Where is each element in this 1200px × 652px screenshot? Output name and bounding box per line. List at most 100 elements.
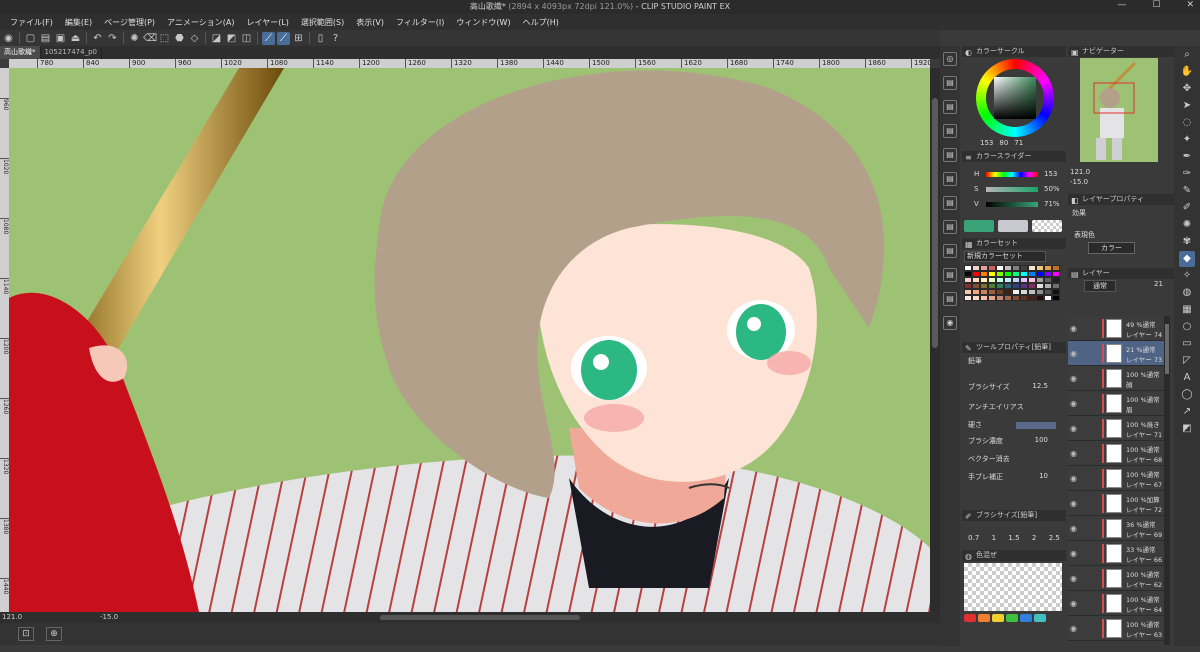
decoration-tool-icon[interactable]: ✾ xyxy=(1179,234,1195,250)
new-file-icon[interactable]: ▢ xyxy=(24,32,37,45)
visibility-eye-icon[interactable]: ◉ xyxy=(1070,449,1077,458)
layer-row[interactable]: ◉ 36 %通常 レイヤー 69 xyxy=(1068,516,1164,541)
hue-slider[interactable]: H 153 xyxy=(966,169,1066,179)
brush-tool-icon[interactable]: ✐ xyxy=(1179,200,1195,216)
visibility-eye-icon[interactable]: ◉ xyxy=(1070,399,1077,408)
undo-icon[interactable]: ↶ xyxy=(91,32,104,45)
palette-swatch[interactable] xyxy=(988,295,996,301)
menu-edit[interactable]: 編集(E) xyxy=(59,17,98,28)
layer-row[interactable]: ◉ 100 %焼き レイヤー 71 xyxy=(1068,416,1164,441)
brush-size-preset[interactable]: 1 xyxy=(992,534,996,542)
layer-row[interactable]: ◉ 100 %加算 レイヤー 72 xyxy=(1068,491,1164,516)
fill-icon[interactable]: ⬣ xyxy=(173,32,186,45)
selection-border-icon[interactable]: ◩ xyxy=(225,32,238,45)
layer-row[interactable]: ◉ 100 %通常眉 xyxy=(1068,391,1164,416)
mix-color-swatch[interactable] xyxy=(1006,614,1018,622)
color-wheel[interactable] xyxy=(976,59,1054,137)
fit-view-icon[interactable]: ⊡ xyxy=(18,627,34,641)
layer-row[interactable]: ◉ 33 %通常 レイヤー 66 xyxy=(1068,541,1164,566)
ruler-tool-icon[interactable]: ◸ xyxy=(1179,353,1195,369)
save-icon[interactable]: ▣ xyxy=(54,32,67,45)
angle-readout[interactable]: -15.0 xyxy=(100,613,118,621)
snap-special-ruler-icon[interactable]: ⟋ xyxy=(277,31,290,45)
brush-size-row[interactable]: ブラシサイズ 12.5 xyxy=(968,382,1062,393)
airbrush-tool-icon[interactable]: ✺ xyxy=(1179,217,1195,233)
hue-bar[interactable] xyxy=(986,172,1038,177)
horizontal-scrollbar[interactable] xyxy=(380,615,580,620)
scroll-thumb[interactable] xyxy=(932,98,938,348)
menu-animation[interactable]: アニメーション(A) xyxy=(161,17,240,28)
fill-tool-icon[interactable]: ◍ xyxy=(1179,285,1195,301)
density-value[interactable]: 100 xyxy=(1035,436,1048,444)
color-set-grid[interactable] xyxy=(964,265,1060,319)
material-icon[interactable]: ▤ xyxy=(943,124,957,138)
layer-row[interactable]: ◉ 100 %通常顔 xyxy=(1068,366,1164,391)
visibility-eye-icon[interactable]: ◉ xyxy=(1070,424,1077,433)
visibility-eye-icon[interactable]: ◉ xyxy=(1070,474,1077,483)
palette-swatch[interactable] xyxy=(972,295,980,301)
zoom-readout[interactable]: 121.0 xyxy=(2,613,22,621)
mix-color-swatch[interactable] xyxy=(964,614,976,622)
value-bar[interactable] xyxy=(986,202,1038,207)
lasso-tool-icon[interactable]: ◌ xyxy=(1179,115,1195,131)
material-icon[interactable]: ▤ xyxy=(943,148,957,162)
brush-size-preset[interactable]: 2.5 xyxy=(1049,534,1060,542)
close-icon[interactable]: ✕ xyxy=(1186,0,1194,14)
saturation-value-square[interactable] xyxy=(994,77,1036,119)
palette-swatch[interactable] xyxy=(1028,295,1036,301)
visibility-eye-icon[interactable]: ◉ xyxy=(1070,499,1077,508)
zoom-tool-icon[interactable]: ⌕ xyxy=(1179,47,1195,63)
navigator-thumbnail[interactable] xyxy=(1080,58,1158,162)
export-icon[interactable]: ⏏ xyxy=(69,32,82,45)
mix-color-swatch[interactable] xyxy=(992,614,1004,622)
text-tool-icon[interactable]: A xyxy=(1179,370,1195,386)
operation-tool-icon[interactable]: ➤ xyxy=(1179,98,1195,114)
redo-icon[interactable]: ↷ xyxy=(106,32,119,45)
invert-selection-icon[interactable]: ◪ xyxy=(210,32,223,45)
palette-swatch[interactable] xyxy=(1004,295,1012,301)
visibility-eye-icon[interactable]: ◉ xyxy=(1070,524,1077,533)
visibility-eye-icon[interactable]: ◉ xyxy=(1070,574,1077,583)
brush-size-preset[interactable]: 2 xyxy=(1032,534,1036,542)
palette-swatch[interactable] xyxy=(1036,295,1044,301)
menu-page[interactable]: ページ管理(P) xyxy=(98,17,161,28)
palette-swatch[interactable] xyxy=(980,295,988,301)
visibility-eye-icon[interactable]: ◉ xyxy=(1070,324,1077,333)
menu-filter[interactable]: フィルター(I) xyxy=(390,17,450,28)
loading-icon[interactable]: ✺ xyxy=(128,32,141,45)
material-icon[interactable]: ▤ xyxy=(943,172,957,186)
palette-swatch[interactable] xyxy=(1012,295,1020,301)
layer-row[interactable]: ◉ 100 %通常 レイヤー 63 xyxy=(1068,616,1164,641)
move-tool-icon[interactable]: ✥ xyxy=(1179,81,1195,97)
palette-swatch[interactable] xyxy=(996,295,1004,301)
navigator-zoom[interactable]: 121.0 xyxy=(1070,168,1090,176)
visibility-eye-icon[interactable]: ◉ xyxy=(1070,549,1077,558)
saturation-slider[interactable]: S 50% xyxy=(966,184,1066,194)
layer-scrollbar[interactable] xyxy=(1164,316,1170,645)
palette-swatch[interactable] xyxy=(1020,295,1028,301)
gradient-tool-icon[interactable]: ▦ xyxy=(1179,302,1195,318)
layer-row[interactable]: ◉ 21 %通常 レイヤー 73 xyxy=(1068,341,1164,366)
blend-tool-icon[interactable]: ✧ xyxy=(1179,268,1195,284)
mix-color-swatch[interactable] xyxy=(1020,614,1032,622)
smartphone-icon[interactable]: ▯ xyxy=(314,32,327,45)
menu-window[interactable]: ウィンドウ(W) xyxy=(450,17,516,28)
sub-color-swatch[interactable] xyxy=(998,220,1028,232)
snap-ruler-icon[interactable]: ⟋ xyxy=(262,31,275,45)
minimize-icon[interactable]: — xyxy=(1117,0,1126,14)
color-mix-canvas[interactable] xyxy=(964,563,1062,611)
material-icon[interactable]: ▤ xyxy=(943,244,957,258)
hand-tool-icon[interactable]: ✋ xyxy=(1179,64,1195,80)
maximize-icon[interactable]: ☐ xyxy=(1152,0,1160,14)
pencil-tool-icon[interactable]: ✎ xyxy=(1179,183,1195,199)
correct-line-tool-icon[interactable]: ↗ xyxy=(1179,404,1195,420)
material-icon[interactable]: ▤ xyxy=(943,220,957,234)
menu-selection[interactable]: 選択範囲(S) xyxy=(295,17,350,28)
palette-swatch[interactable] xyxy=(964,295,972,301)
vector-erase-row[interactable]: ベクター消去 xyxy=(968,454,1062,465)
antialias-row[interactable]: アンチエイリアス xyxy=(968,402,1062,413)
color-set-select[interactable]: 新規カラーセット xyxy=(964,251,1046,262)
layer-row[interactable]: ◉ 100 %通常 レイヤー 64 xyxy=(1068,591,1164,616)
opacity-value[interactable]: 21 xyxy=(1154,280,1163,288)
camera-icon[interactable]: ◉ xyxy=(943,316,957,330)
